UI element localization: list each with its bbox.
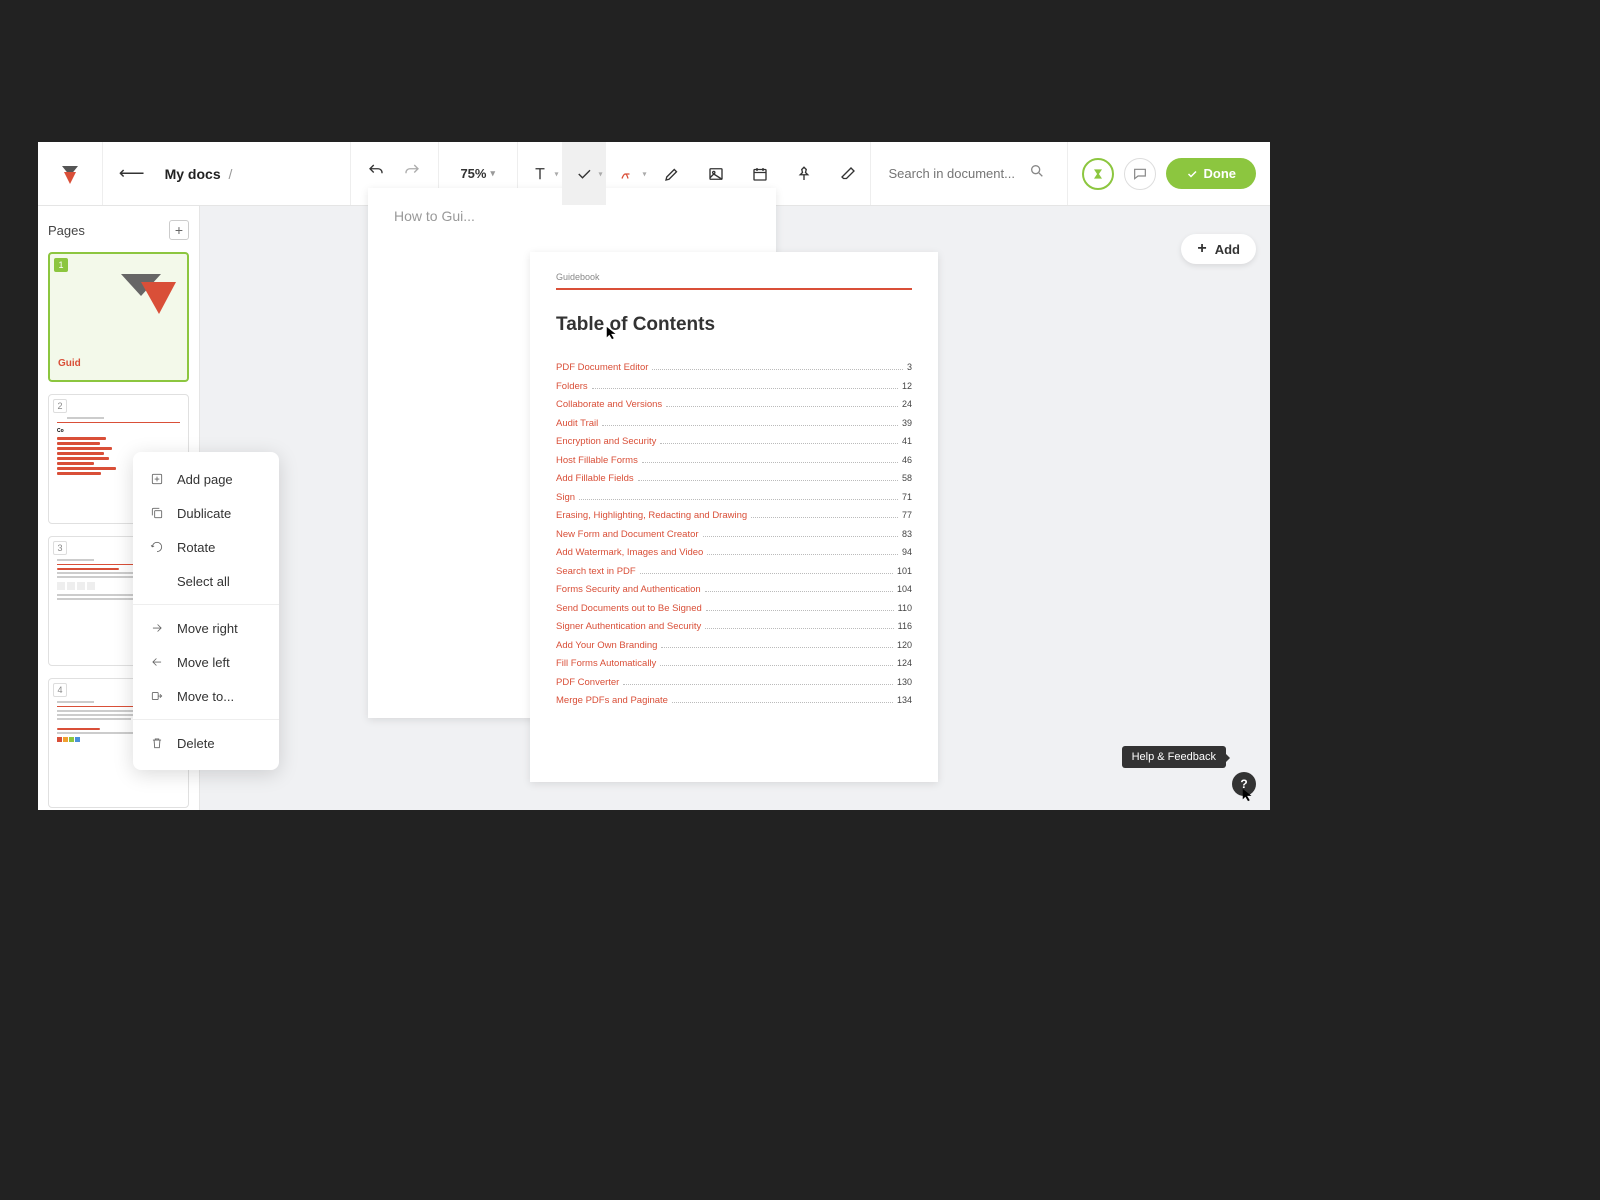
user-avatar[interactable] [1082, 158, 1114, 190]
toc-row[interactable]: Host Fillable Forms46 [556, 455, 912, 466]
shape-tool[interactable]: ▾ [562, 142, 606, 205]
redo-button[interactable] [403, 162, 421, 185]
plus-icon: + [1197, 240, 1206, 258]
document-page: Guidebook Table of Contents PDF Document… [530, 252, 938, 782]
date-tool[interactable] [738, 142, 782, 205]
toc-row[interactable]: Add Fillable Fields58 [556, 473, 912, 484]
plus-box-icon [149, 471, 165, 487]
canvas[interactable]: Guidebook Table of Contents PDF Document… [200, 206, 1270, 810]
toc-row[interactable]: Forms Security and Authentication104 [556, 584, 912, 595]
sign-tool[interactable]: ▾ [606, 142, 650, 205]
toc-row[interactable]: Signer Authentication and Security116 [556, 621, 912, 632]
toc-row[interactable]: Fill Forms Automatically124 [556, 658, 912, 669]
highlight-tool[interactable] [650, 142, 694, 205]
toc-row[interactable]: Add Your Own Branding120 [556, 640, 912, 651]
search-input[interactable] [889, 166, 1019, 181]
toc-row[interactable]: Erasing, Highlighting, Redacting and Dra… [556, 510, 912, 521]
breadcrumb-root[interactable]: My docs [165, 166, 221, 182]
toc-row[interactable]: Collaborate and Versions24 [556, 399, 912, 410]
ctx-rotate[interactable]: Rotate [133, 530, 279, 564]
ctx-delete[interactable]: Delete [133, 726, 279, 760]
page-thumb-1[interactable]: 1 Guid [48, 252, 189, 382]
toc-row[interactable]: Merge PDFs and Paginate134 [556, 695, 912, 706]
app-window: ⟵ My docs / How to Gui... 75%▾ ▾ ▾ ▾ [38, 142, 1270, 810]
move-to-icon [149, 688, 165, 704]
toc-row[interactable]: Search text in PDF101 [556, 566, 912, 577]
cursor-icon [1241, 788, 1255, 802]
comment-button[interactable] [1124, 158, 1156, 190]
toolbar: ⟵ My docs / How to Gui... 75%▾ ▾ ▾ ▾ [38, 142, 1270, 206]
text-tool[interactable]: ▾ [518, 142, 562, 205]
search-section [871, 142, 1068, 205]
table-of-contents: PDF Document Editor3 Folders12 Collaborate… [556, 362, 912, 706]
toc-row[interactable]: Folders12 [556, 381, 912, 392]
back-arrow-icon[interactable]: ⟵ [119, 163, 145, 184]
toc-row[interactable]: New Form and Document Creator83 [556, 529, 912, 540]
ctx-move-right[interactable]: Move right [133, 611, 279, 645]
sidebar-title: Pages [48, 223, 85, 238]
toc-row[interactable]: Add Watermark, Images and Video94 [556, 547, 912, 558]
doc-section-label: Guidebook [556, 272, 912, 282]
toc-row[interactable]: Encryption and Security41 [556, 436, 912, 447]
ctx-move-to[interactable]: Move to... [133, 679, 279, 713]
ctx-move-left[interactable]: Move left [133, 645, 279, 679]
undo-button[interactable] [367, 162, 385, 185]
image-tool[interactable] [694, 142, 738, 205]
pin-tool[interactable] [782, 142, 826, 205]
app-logo[interactable] [38, 142, 103, 205]
breadcrumb: ⟵ My docs / How to Gui... [103, 142, 351, 205]
toc-row[interactable]: Sign71 [556, 492, 912, 503]
done-button[interactable]: Done [1166, 158, 1257, 189]
toc-row[interactable]: Send Documents out to Be Signed110 [556, 603, 912, 614]
add-chip[interactable]: + Add [1181, 234, 1256, 264]
cursor-icon [605, 326, 619, 340]
tool-group: ▾ ▾ ▾ [518, 142, 871, 205]
arrow-left-icon [149, 654, 165, 670]
erase-tool[interactable] [826, 142, 870, 205]
search-icon[interactable] [1029, 163, 1045, 184]
ctx-add-page[interactable]: Add page [133, 462, 279, 496]
page-context-menu: Add page Dublicate Rotate Select all Mov… [133, 452, 279, 770]
toc-row[interactable]: PDF Converter130 [556, 677, 912, 688]
rotate-icon [149, 539, 165, 555]
arrow-right-icon [149, 620, 165, 636]
trash-icon [149, 735, 165, 751]
help-tooltip: Help & Feedback [1122, 746, 1226, 768]
copy-icon [149, 505, 165, 521]
ctx-select-all[interactable]: Select all [133, 564, 279, 598]
add-page-icon[interactable]: + [169, 220, 189, 240]
toc-row[interactable]: PDF Document Editor3 [556, 362, 912, 373]
ctx-duplicate[interactable]: Dublicate [133, 496, 279, 530]
toc-row[interactable]: Audit Trail39 [556, 418, 912, 429]
toolbar-right: Done [1068, 142, 1271, 205]
